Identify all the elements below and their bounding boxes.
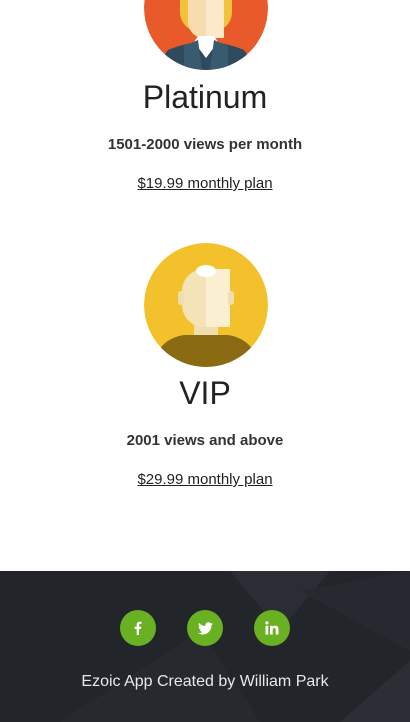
plan-link-wrap: $29.99 monthly plan (0, 470, 410, 490)
facebook-icon[interactable] (120, 610, 156, 646)
plan-link-wrap: $19.99 monthly plan (0, 174, 410, 194)
footer-background-pattern (60, 571, 410, 722)
vip-avatar-icon (144, 243, 268, 367)
platinum-avatar-icon (144, 0, 268, 70)
footer: Ezoic App Created by William Park (0, 571, 410, 722)
plan-views: 2001 views and above (126, 432, 284, 449)
plan-views: 1501-2000 views per month (107, 136, 303, 153)
plan-title: VIP (179, 375, 231, 411)
footer-credit: Ezoic App Created by William Park (81, 673, 329, 690)
platinum-plan-link[interactable]: $19.99 monthly plan (137, 175, 272, 192)
page: Platinum 1501-2000 views per month $19.9… (0, 0, 410, 722)
twitter-icon[interactable] (187, 610, 223, 646)
plan-title: Platinum (142, 79, 268, 115)
linkedin-icon[interactable] (254, 610, 290, 646)
vip-plan-link[interactable]: $29.99 monthly plan (137, 471, 272, 488)
